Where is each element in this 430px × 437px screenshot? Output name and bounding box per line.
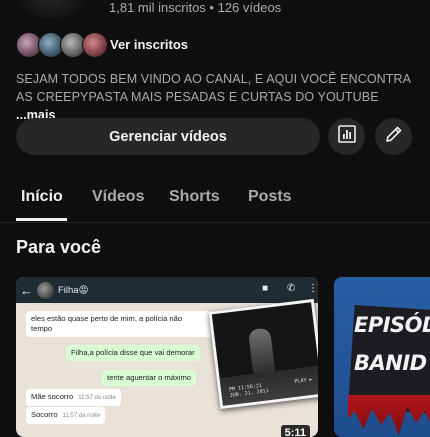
avatar: [82, 32, 108, 58]
edit-channel-button[interactable]: [375, 118, 412, 155]
chat-message: tente aguentar o máximo: [102, 370, 197, 386]
channel-description[interactable]: SEJAM TODOS BEM VINDO AO CANAL, E AQUI V…: [16, 70, 416, 124]
blood-drip-graphic: [348, 395, 430, 435]
phone-icon: ✆: [287, 283, 296, 294]
analytics-icon: [337, 124, 357, 149]
avatar: [37, 281, 54, 299]
chat-contact-name: Filha😡: [58, 284, 89, 296]
manage-videos-label: Gerenciar vídeos: [109, 128, 227, 145]
thumbnail-title-line: BANID: [354, 351, 427, 375]
active-tab-indicator: [16, 218, 67, 221]
channel-avatar[interactable]: [18, 0, 84, 18]
back-arrow-icon: ←: [20, 282, 33, 298]
analytics-button[interactable]: [328, 118, 365, 155]
chat-message: Socorro 11:57 da noite: [26, 407, 106, 424]
section-title: Para você: [16, 237, 102, 257]
channel-tabs: Início Vídeos Shorts Posts: [0, 180, 430, 223]
subscriber-avatars: [16, 30, 108, 58]
description-text: SEJAM TODOS BEM VINDO AO CANAL, E AQUI V…: [16, 72, 411, 104]
channel-stats: 1,81 mil inscritos • 126 vídeos: [109, 0, 282, 15]
tab-posts[interactable]: Posts: [248, 188, 292, 206]
video-call-icon: ■: [262, 283, 269, 294]
video-thumbnail[interactable]: ← Filha😡 ■ ✆ ⋮ eles estão quase perto de…: [16, 277, 318, 437]
chat-message: Filha,a polícia disse que vai demorar: [66, 345, 200, 361]
cctv-photo: PM 11:56:21 JUN. 21. 2011 PLAY ►: [208, 298, 318, 410]
video-thumbnail[interactable]: EPISÓD BANID: [334, 277, 430, 437]
thumbnail-title-line: EPISÓD: [354, 313, 430, 337]
chat-message: eles estão quase perto de mim, a polícia…: [26, 311, 226, 337]
cctv-figure: [247, 327, 276, 376]
manage-videos-button[interactable]: Gerenciar vídeos: [16, 118, 320, 155]
view-subscribers-link[interactable]: Ver inscritos: [110, 37, 188, 52]
pencil-icon: [384, 124, 404, 149]
tab-videos[interactable]: Vídeos: [92, 188, 144, 206]
video-duration: 5:11: [280, 425, 310, 437]
tab-inicio[interactable]: Início: [21, 188, 63, 206]
tab-shorts[interactable]: Shorts: [169, 188, 220, 206]
more-vert-icon: ⋮: [308, 283, 318, 294]
chat-message: Mãe socorro 11:57 da noite: [26, 389, 121, 406]
subscribers-row[interactable]: Ver inscritos: [16, 30, 188, 58]
chat-header: ← Filha😡 ■ ✆ ⋮: [16, 277, 318, 303]
